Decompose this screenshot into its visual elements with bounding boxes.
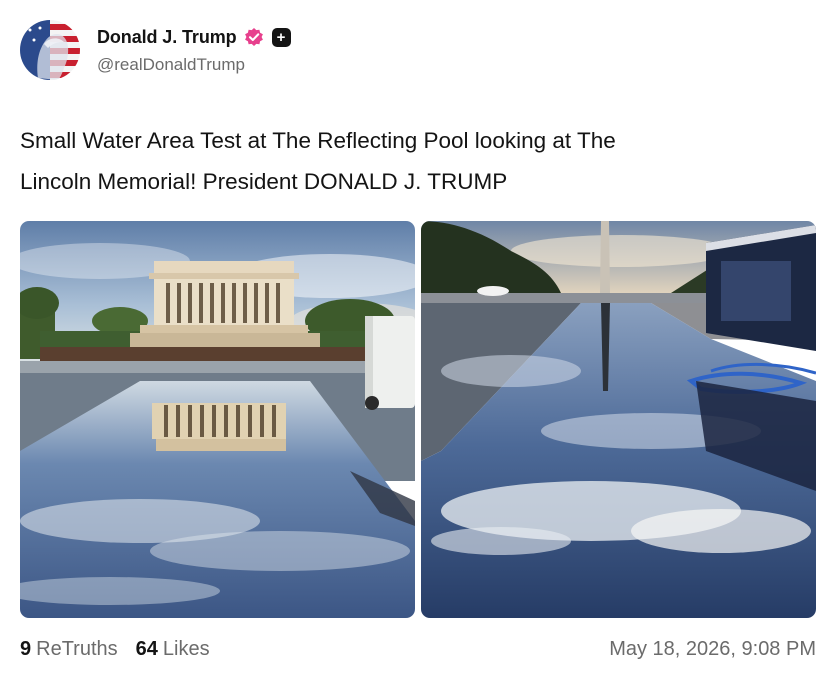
name-row: Donald J. Trump + xyxy=(97,25,291,49)
post-text-line: Small Water Area Test at The Reflecting … xyxy=(20,128,616,153)
plus-square-icon: + xyxy=(271,27,291,47)
likes-stat[interactable]: 64 Likes xyxy=(136,638,210,661)
post-image-washington-monument[interactable] xyxy=(421,221,816,618)
post-footer: 9 ReTruths 64 Likes May 18, 2026, 9:08 P… xyxy=(20,636,816,662)
display-name[interactable]: Donald J. Trump xyxy=(97,27,237,48)
truth-post: Donald J. Trump + @realDonaldTrump Small… xyxy=(0,0,840,690)
author-info: Donald J. Trump + @realDonaldTrump xyxy=(97,25,291,75)
post-text: Small Water Area Test at The Reflecting … xyxy=(20,120,820,202)
post-image-lincoln-memorial[interactable] xyxy=(20,221,415,618)
retruths-label: ReTruths xyxy=(36,637,118,660)
retruths-stat[interactable]: 9 ReTruths xyxy=(20,638,118,661)
likes-label: Likes xyxy=(162,637,210,660)
likes-count: 64 xyxy=(135,637,158,660)
post-header: Donald J. Trump + @realDonaldTrump xyxy=(20,20,291,82)
retruths-count: 9 xyxy=(20,637,32,660)
author-handle[interactable]: @realDonaldTrump xyxy=(97,55,291,75)
post-timestamp[interactable]: May 18, 2026, 9:08 PM xyxy=(609,638,816,661)
post-text-line: Lincoln Memorial! President DONALD J. TR… xyxy=(20,169,508,194)
avatar[interactable] xyxy=(20,20,80,80)
verified-badge-icon xyxy=(244,27,264,47)
